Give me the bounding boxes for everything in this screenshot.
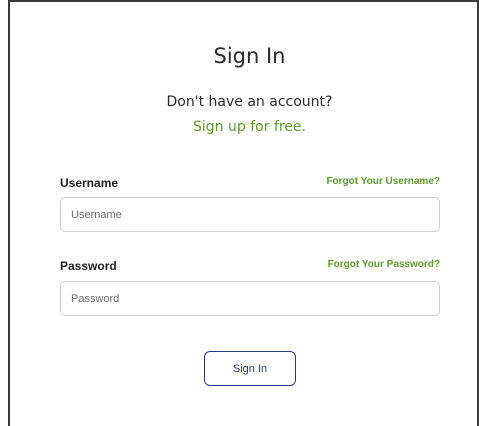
username-input[interactable] — [60, 197, 440, 232]
no-account-text: Don't have an account? — [166, 94, 333, 110]
forgot-username-link[interactable]: Forgot Your Username? — [326, 176, 440, 187]
sign-in-button[interactable]: Sign In — [204, 351, 296, 386]
forgot-password-link[interactable]: Forgot Your Password? — [328, 259, 440, 270]
password-label: Password — [60, 259, 117, 273]
sign-in-panel: Sign In Don't have an account? Sign up f… — [0, 0, 479, 426]
password-input[interactable] — [60, 281, 440, 316]
username-label: Username — [60, 176, 119, 190]
panel-border-top — [8, 0, 479, 2]
signup-link[interactable]: Sign up for free. — [0, 119, 479, 135]
page-title: Sign In — [213, 44, 286, 68]
